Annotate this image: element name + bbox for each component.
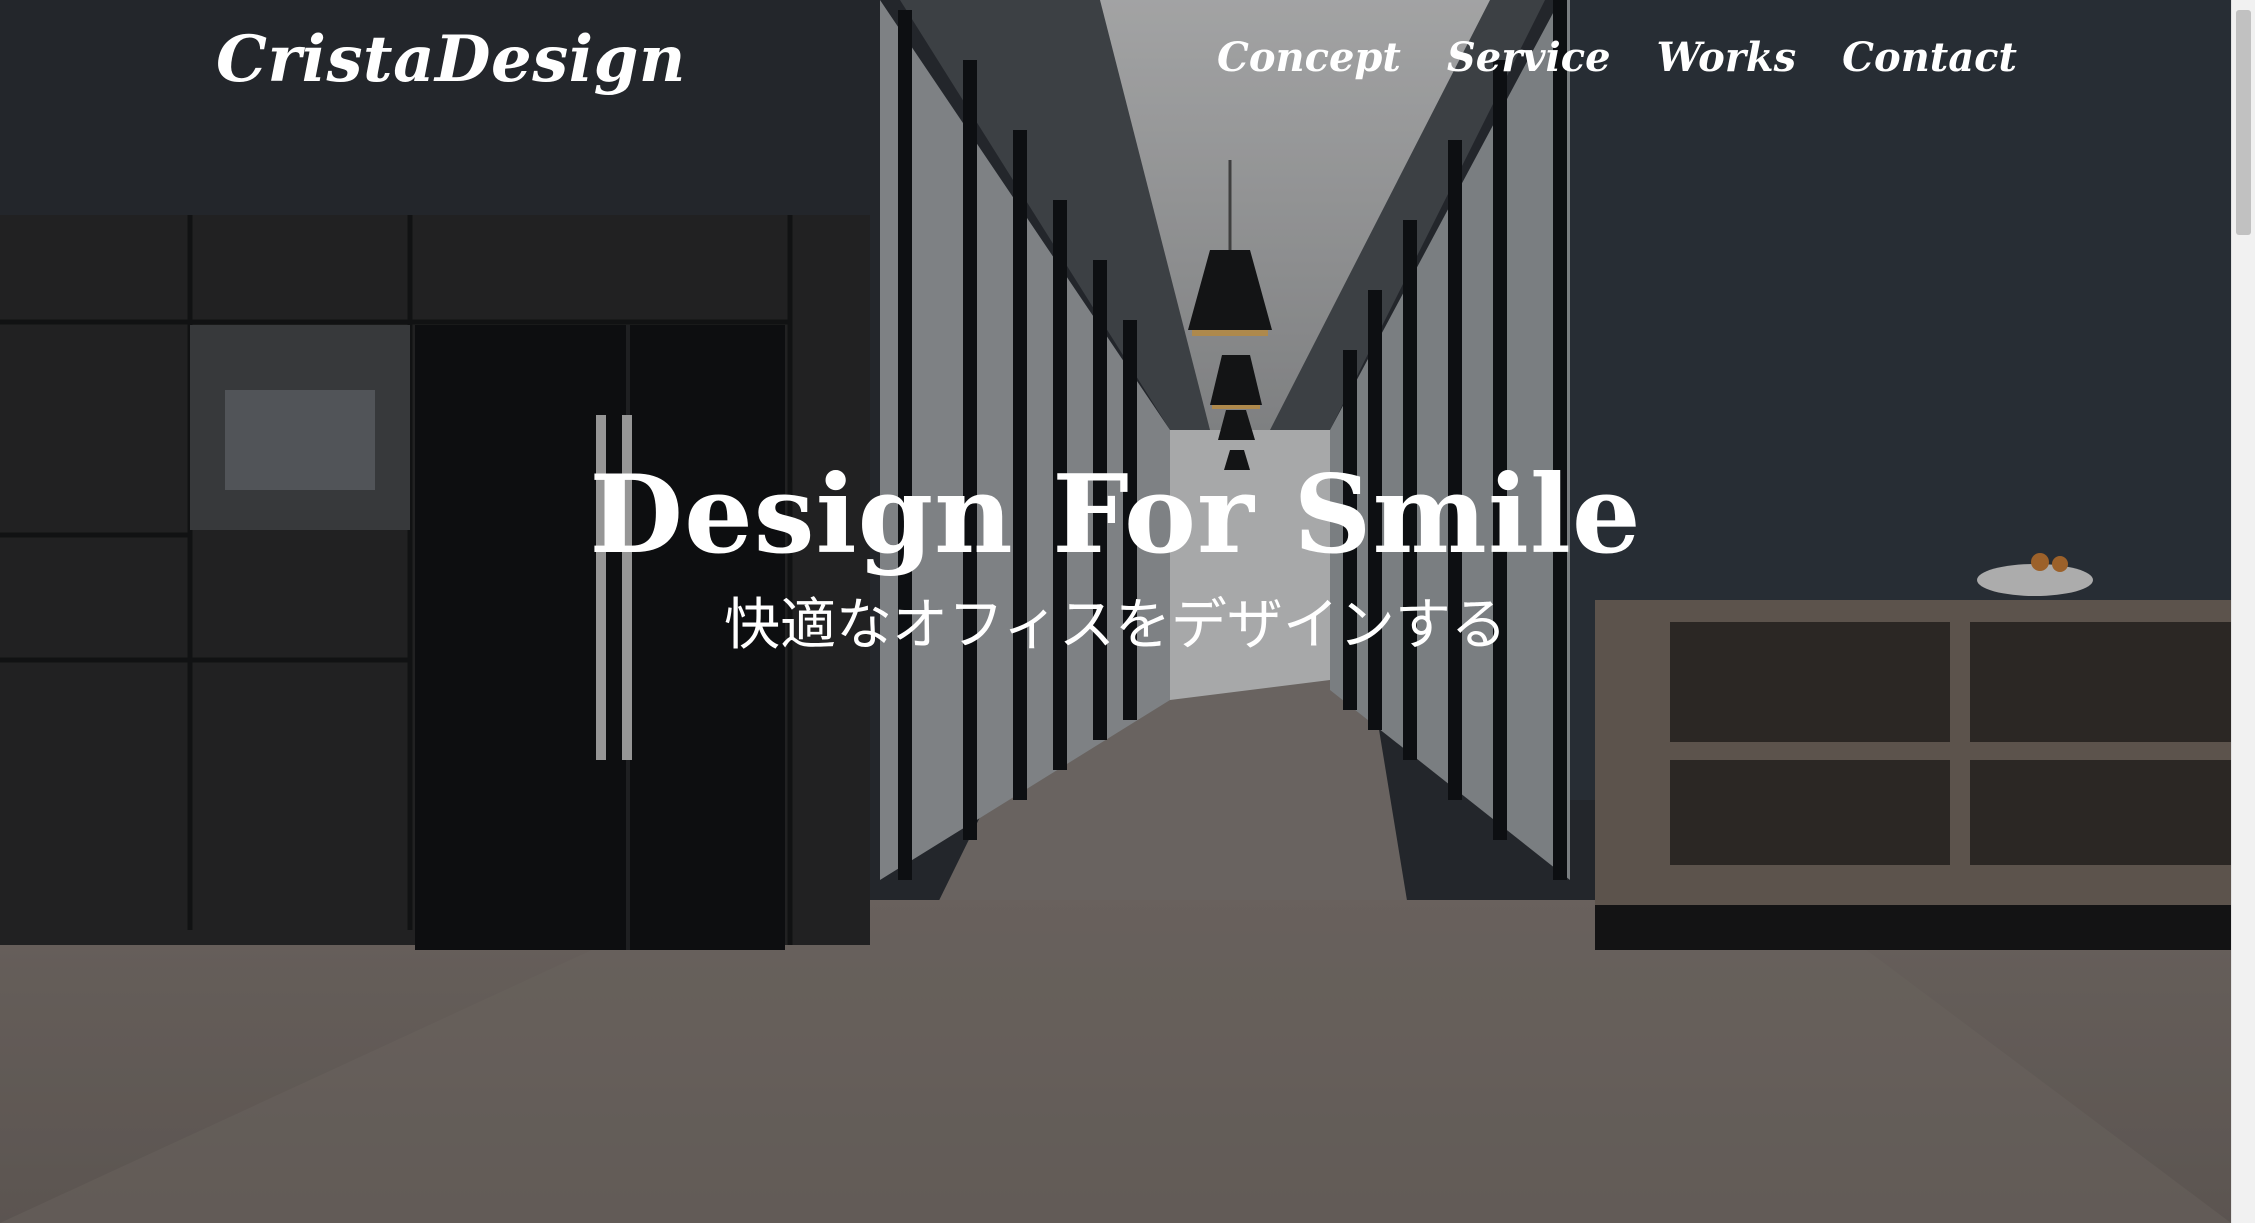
hero-subtitle: 快適なオフィスをデザインする [724, 593, 1507, 658]
site-logo[interactable]: CristaDesign [216, 18, 686, 102]
hero-section: CristaDesign Concept Service Works Conta… [0, 0, 2231, 1223]
nav-link-contact[interactable]: Contact [1842, 30, 2017, 86]
page-scrollbar[interactable] [2231, 0, 2255, 1223]
site-header: CristaDesign Concept Service Works Conta… [0, 0, 2231, 120]
nav-link-works[interactable]: Works [1657, 30, 1797, 86]
scrollbar-thumb[interactable] [2236, 10, 2251, 235]
hero-title: Design For Smile [589, 452, 1642, 578]
main-nav: Concept Service Works Contact [1217, 30, 2017, 86]
nav-link-concept[interactable]: Concept [1217, 30, 1401, 86]
hero-copy: Design For Smile 快適なオフィスをデザインする [0, 455, 2231, 661]
nav-link-service[interactable]: Service [1447, 30, 1611, 86]
